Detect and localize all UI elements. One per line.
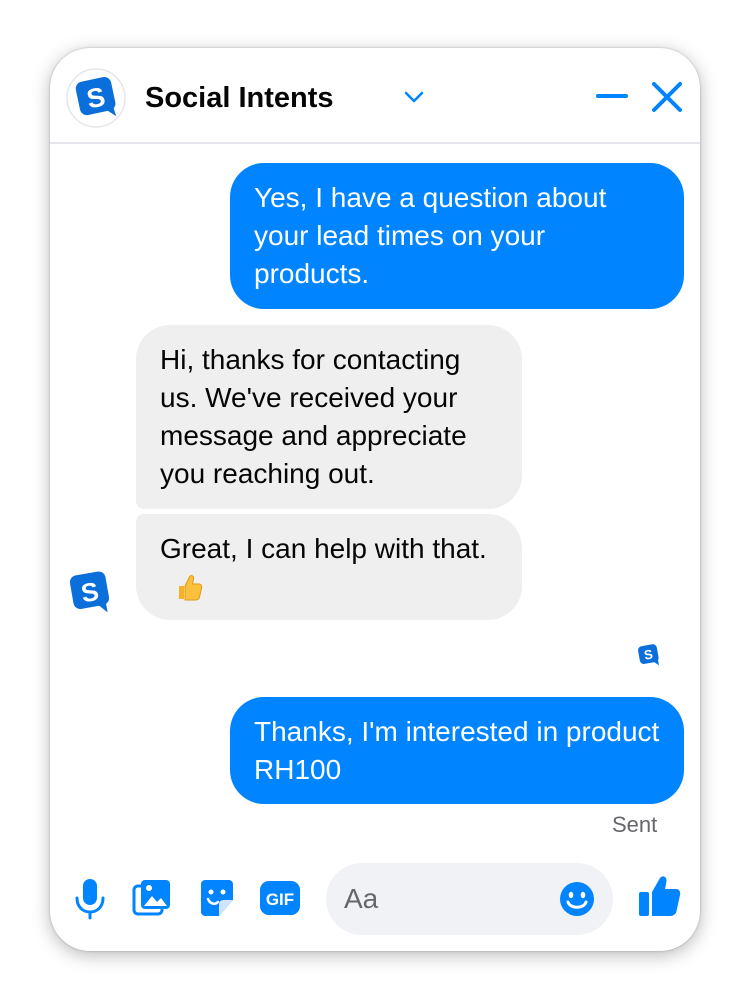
emoji-icon[interactable] xyxy=(558,880,596,918)
message-input[interactable] xyxy=(344,877,554,921)
social-intents-logo-icon: S xyxy=(66,68,126,128)
outgoing-message: Thanks, I'm interested in product RH100 xyxy=(230,697,684,804)
image-icon[interactable] xyxy=(132,878,172,918)
agent-avatar-icon: S xyxy=(69,571,110,613)
close-icon[interactable] xyxy=(650,80,684,114)
chevron-down-icon[interactable] xyxy=(404,90,424,104)
minimize-icon[interactable] xyxy=(596,80,628,112)
app-title: Social Intents xyxy=(145,82,334,114)
chat-window: S Social Intents Yes, I have a question … xyxy=(50,48,700,951)
gif-icon[interactable]: GIF xyxy=(259,878,301,918)
thumbs-up-emoji-icon xyxy=(179,575,203,601)
sent-status: Sent xyxy=(612,812,658,837)
message-input-box[interactable] xyxy=(326,863,613,935)
composer-bar: GIF xyxy=(50,858,700,951)
outgoing-message: Yes, I have a question about your lead t… xyxy=(230,163,684,309)
message-text: Great, I can help with that. xyxy=(160,533,487,564)
message-text: Yes, I have a question about your lead t… xyxy=(254,182,607,289)
thumbs-up-icon[interactable] xyxy=(638,874,682,918)
chat-header: S Social Intents xyxy=(50,48,700,144)
incoming-message: Hi, thanks for contacting us. We've rece… xyxy=(136,325,522,509)
message-text: Hi, thanks for contacting us. We've rece… xyxy=(160,344,467,489)
message-text: Thanks, I'm interested in product RH100 xyxy=(254,716,660,785)
incoming-message: Great, I can help with that. xyxy=(136,514,522,620)
microphone-icon[interactable] xyxy=(74,878,106,920)
sticker-icon[interactable] xyxy=(197,878,237,918)
read-receipt-avatar-icon: S xyxy=(638,644,659,666)
gif-label: GIF xyxy=(266,890,294,909)
